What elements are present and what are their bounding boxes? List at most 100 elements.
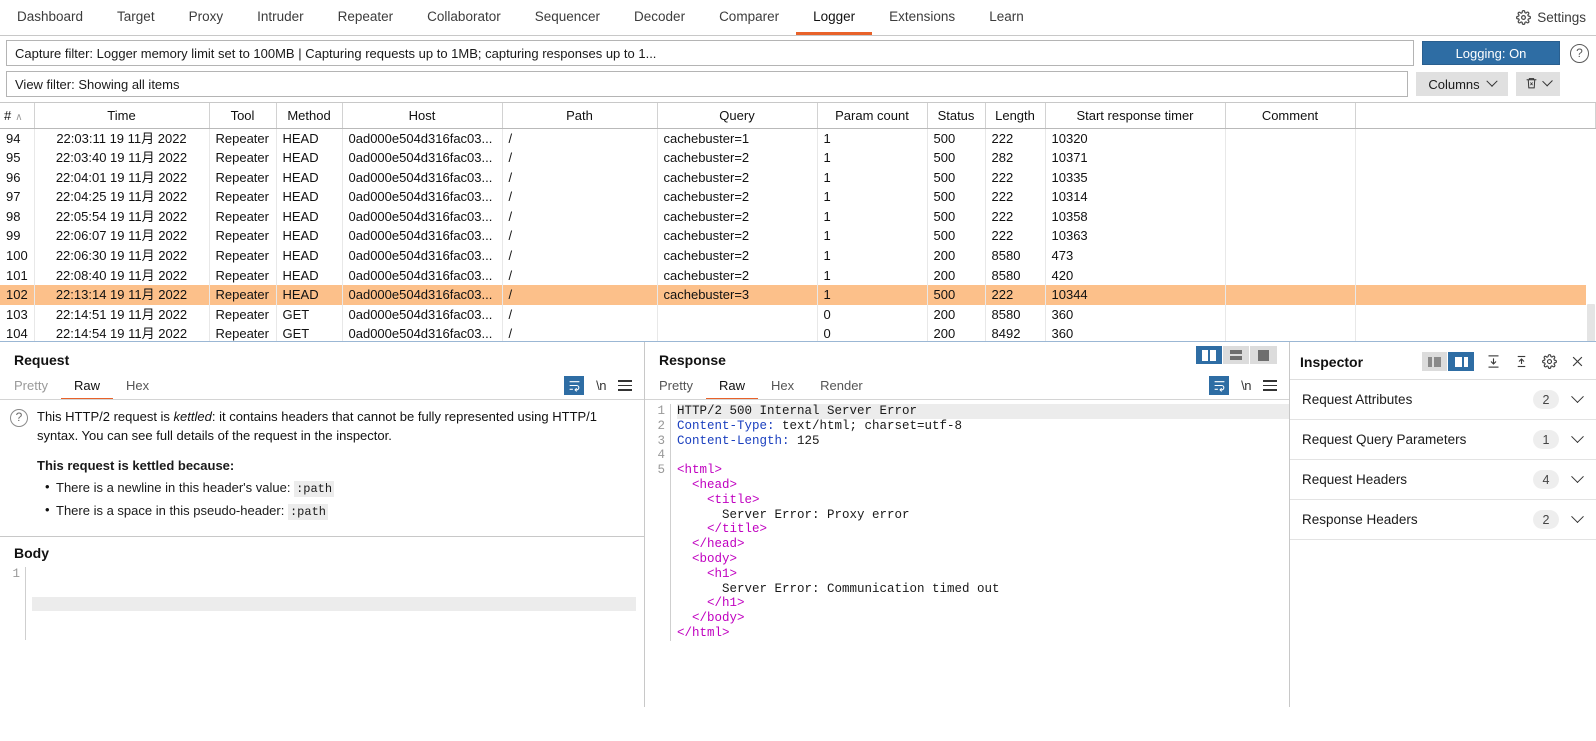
table-row[interactable]: 100 22:06:30 19 11月 2022 Repeater HEAD 0ad00… bbox=[0, 246, 1596, 266]
inspector-section-label: Request Headers bbox=[1302, 472, 1408, 487]
tab-collaborator[interactable]: Collaborator bbox=[410, 0, 518, 35]
table-row[interactable]: 101 22:08:40 19 11月 2022 Repeater HEAD 0ad00… bbox=[0, 265, 1596, 286]
table-row[interactable]: 98 22:05:54 19 11月 2022 Repeater HEAD 0ad000… bbox=[0, 206, 1596, 227]
split-vertical-view-icon[interactable] bbox=[1196, 346, 1223, 364]
chevron-down-icon[interactable] bbox=[1571, 470, 1584, 484]
response-line: <h1> bbox=[677, 567, 1289, 582]
hamburger-menu-icon[interactable] bbox=[1263, 380, 1277, 391]
gear-icon bbox=[1516, 10, 1532, 25]
table-row[interactable]: 102 22:13:14 19 11月 2022 Repeater HEAD 0ad00… bbox=[0, 285, 1596, 305]
inspector-wide-view-icon[interactable] bbox=[1448, 352, 1474, 371]
response-tab-raw[interactable]: Raw bbox=[705, 373, 758, 400]
cell-host: 0ad000e504d316fac03... bbox=[342, 304, 503, 325]
cell-comment bbox=[1225, 265, 1356, 286]
column-header-label: # bbox=[4, 107, 12, 123]
request-body-content[interactable] bbox=[26, 567, 644, 640]
column-header-timer[interactable]: Start response timer bbox=[1045, 103, 1226, 129]
column-header-param_count[interactable]: Param count bbox=[817, 103, 928, 129]
tab-proxy[interactable]: Proxy bbox=[172, 0, 241, 35]
view-filter-bar[interactable]: View filter: Showing all items bbox=[6, 71, 1408, 97]
inspector-section-response-headers[interactable]: Response Headers 2 bbox=[1290, 500, 1596, 540]
response-content[interactable]: HTTP/2 500 Internal Server Error Content-… bbox=[671, 404, 1289, 641]
column-header-method[interactable]: Method bbox=[276, 103, 343, 129]
request-tab-raw[interactable]: Raw bbox=[60, 373, 113, 400]
cell-comment bbox=[1225, 187, 1356, 207]
request-tab-pretty[interactable]: Pretty bbox=[14, 373, 61, 400]
tab-repeater[interactable]: Repeater bbox=[321, 0, 411, 35]
column-header-blank[interactable] bbox=[1355, 103, 1596, 129]
gear-icon[interactable] bbox=[1540, 353, 1558, 371]
column-header-status[interactable]: Status bbox=[927, 103, 986, 129]
column-header-tool[interactable]: Tool bbox=[209, 103, 277, 129]
word-wrap-icon[interactable] bbox=[1209, 376, 1230, 395]
column-header-path[interactable]: Path bbox=[502, 103, 658, 129]
html-tag-token: <h1> bbox=[707, 566, 738, 581]
tab-logger[interactable]: Logger bbox=[796, 0, 873, 35]
column-header-host[interactable]: Host bbox=[342, 103, 503, 129]
inspector-section-request-query-parameters[interactable]: Request Query Parameters 1 bbox=[1290, 420, 1596, 460]
tab-target[interactable]: Target bbox=[100, 0, 172, 35]
inspector-section-request-headers[interactable]: Request Headers 4 bbox=[1290, 460, 1596, 500]
column-header-comment[interactable]: Comment bbox=[1225, 103, 1356, 129]
column-header-time[interactable]: Time bbox=[34, 103, 210, 129]
layout-view-toggle-group bbox=[1196, 346, 1277, 364]
cell-tool: Repeater bbox=[209, 187, 277, 207]
response-tab-hex[interactable]: Hex bbox=[758, 373, 807, 400]
request-body-editor[interactable]: 1 bbox=[0, 567, 644, 641]
tab-extensions[interactable]: Extensions bbox=[872, 0, 972, 35]
tab-comparer[interactable]: Comparer bbox=[702, 0, 796, 35]
cell-blank bbox=[1355, 226, 1596, 247]
tab-learn[interactable]: Learn bbox=[972, 0, 1041, 35]
settings-button[interactable]: Settings bbox=[1516, 0, 1586, 35]
scrollbar-thumb[interactable] bbox=[1587, 304, 1595, 341]
cell-time: 22:14:51 19 11月 2022 bbox=[34, 304, 210, 325]
cell-status: 200 bbox=[927, 304, 986, 325]
inspector-section-request-attributes[interactable]: Request Attributes 2 bbox=[1290, 380, 1596, 420]
collapse-all-icon[interactable] bbox=[1512, 353, 1530, 371]
tab-decoder[interactable]: Decoder bbox=[617, 0, 702, 35]
table-row[interactable]: 103 22:14:51 19 11月 2022 Repeater GET 0ad000… bbox=[0, 304, 1596, 325]
tab-list: Dashboard Target Proxy Intruder Repeater Coll… bbox=[0, 0, 1041, 35]
close-icon[interactable] bbox=[1568, 353, 1586, 371]
logging-toggle-button[interactable]: Logging: On bbox=[1422, 41, 1560, 65]
cell-tool: Repeater bbox=[209, 148, 277, 168]
tab-dashboard[interactable]: Dashboard bbox=[0, 0, 100, 35]
table-row[interactable]: 104 22:14:54 19 11月 2022 Repeater GET 0ad000… bbox=[0, 324, 1596, 341]
cell-time: 22:13:14 19 11月 2022 bbox=[34, 285, 210, 305]
detail-panels: Request Pretty Raw Hex \n ? This HTTP/2 re… bbox=[0, 342, 1596, 707]
single-pane-view-icon[interactable] bbox=[1250, 346, 1277, 364]
log-table-container: # ∧ Time Tool Method Host Path Query Param count… bbox=[0, 102, 1596, 342]
tab-sequencer[interactable]: Sequencer bbox=[518, 0, 617, 35]
response-tab-render[interactable]: Render bbox=[807, 373, 876, 400]
tab-intruder[interactable]: Intruder bbox=[240, 0, 321, 35]
chevron-down-icon[interactable] bbox=[1571, 510, 1584, 524]
column-header-idx[interactable]: # ∧ bbox=[0, 103, 35, 129]
capture-filter-bar[interactable]: Capture filter: Logger memory limit set … bbox=[6, 40, 1414, 66]
help-icon[interactable]: ? bbox=[1570, 43, 1589, 63]
chevron-down-icon[interactable] bbox=[1571, 390, 1584, 404]
column-header-query[interactable]: Query bbox=[657, 103, 818, 129]
response-body-editor[interactable]: 12345 HTTP/2 500 Internal Server Error Co… bbox=[645, 400, 1289, 641]
table-row[interactable]: 96 22:04:01 19 11月 2022 Repeater HEAD 0ad000… bbox=[0, 167, 1596, 188]
response-tab-pretty[interactable]: Pretty bbox=[659, 373, 706, 400]
chevron-down-icon[interactable] bbox=[1571, 430, 1584, 444]
table-row[interactable]: 97 22:04:25 19 11月 2022 Repeater HEAD 0ad000… bbox=[0, 187, 1596, 207]
table-row[interactable]: 99 22:06:07 19 11月 2022 Repeater HEAD 0ad000… bbox=[0, 226, 1596, 247]
cell-tool: Repeater bbox=[209, 206, 277, 227]
request-tab-hex[interactable]: Hex bbox=[113, 373, 162, 400]
table-vertical-scrollbar[interactable] bbox=[1586, 129, 1596, 341]
table-row[interactable]: 94 22:03:11 19 11月 2022 Repeater HEAD 0ad000… bbox=[0, 128, 1596, 149]
inspector-narrow-view-icon[interactable] bbox=[1422, 352, 1448, 371]
table-row[interactable]: 95 22:03:40 19 11月 2022 Repeater HEAD 0ad000… bbox=[0, 148, 1596, 168]
column-header-length[interactable]: Length bbox=[985, 103, 1046, 129]
response-line: <body> bbox=[677, 552, 1289, 567]
word-wrap-icon[interactable] bbox=[564, 376, 585, 395]
capture-filter-row: Capture filter: Logger memory limit set … bbox=[6, 40, 1590, 66]
expand-all-icon[interactable] bbox=[1484, 353, 1502, 371]
columns-button[interactable]: Columns bbox=[1416, 72, 1508, 96]
hamburger-menu-icon[interactable] bbox=[618, 380, 632, 391]
newline-toggle-icon[interactable]: \n bbox=[596, 378, 606, 393]
newline-toggle-icon[interactable]: \n bbox=[1241, 378, 1251, 393]
stacked-rows-view-icon[interactable] bbox=[1223, 346, 1250, 364]
clear-log-button[interactable] bbox=[1516, 72, 1560, 96]
